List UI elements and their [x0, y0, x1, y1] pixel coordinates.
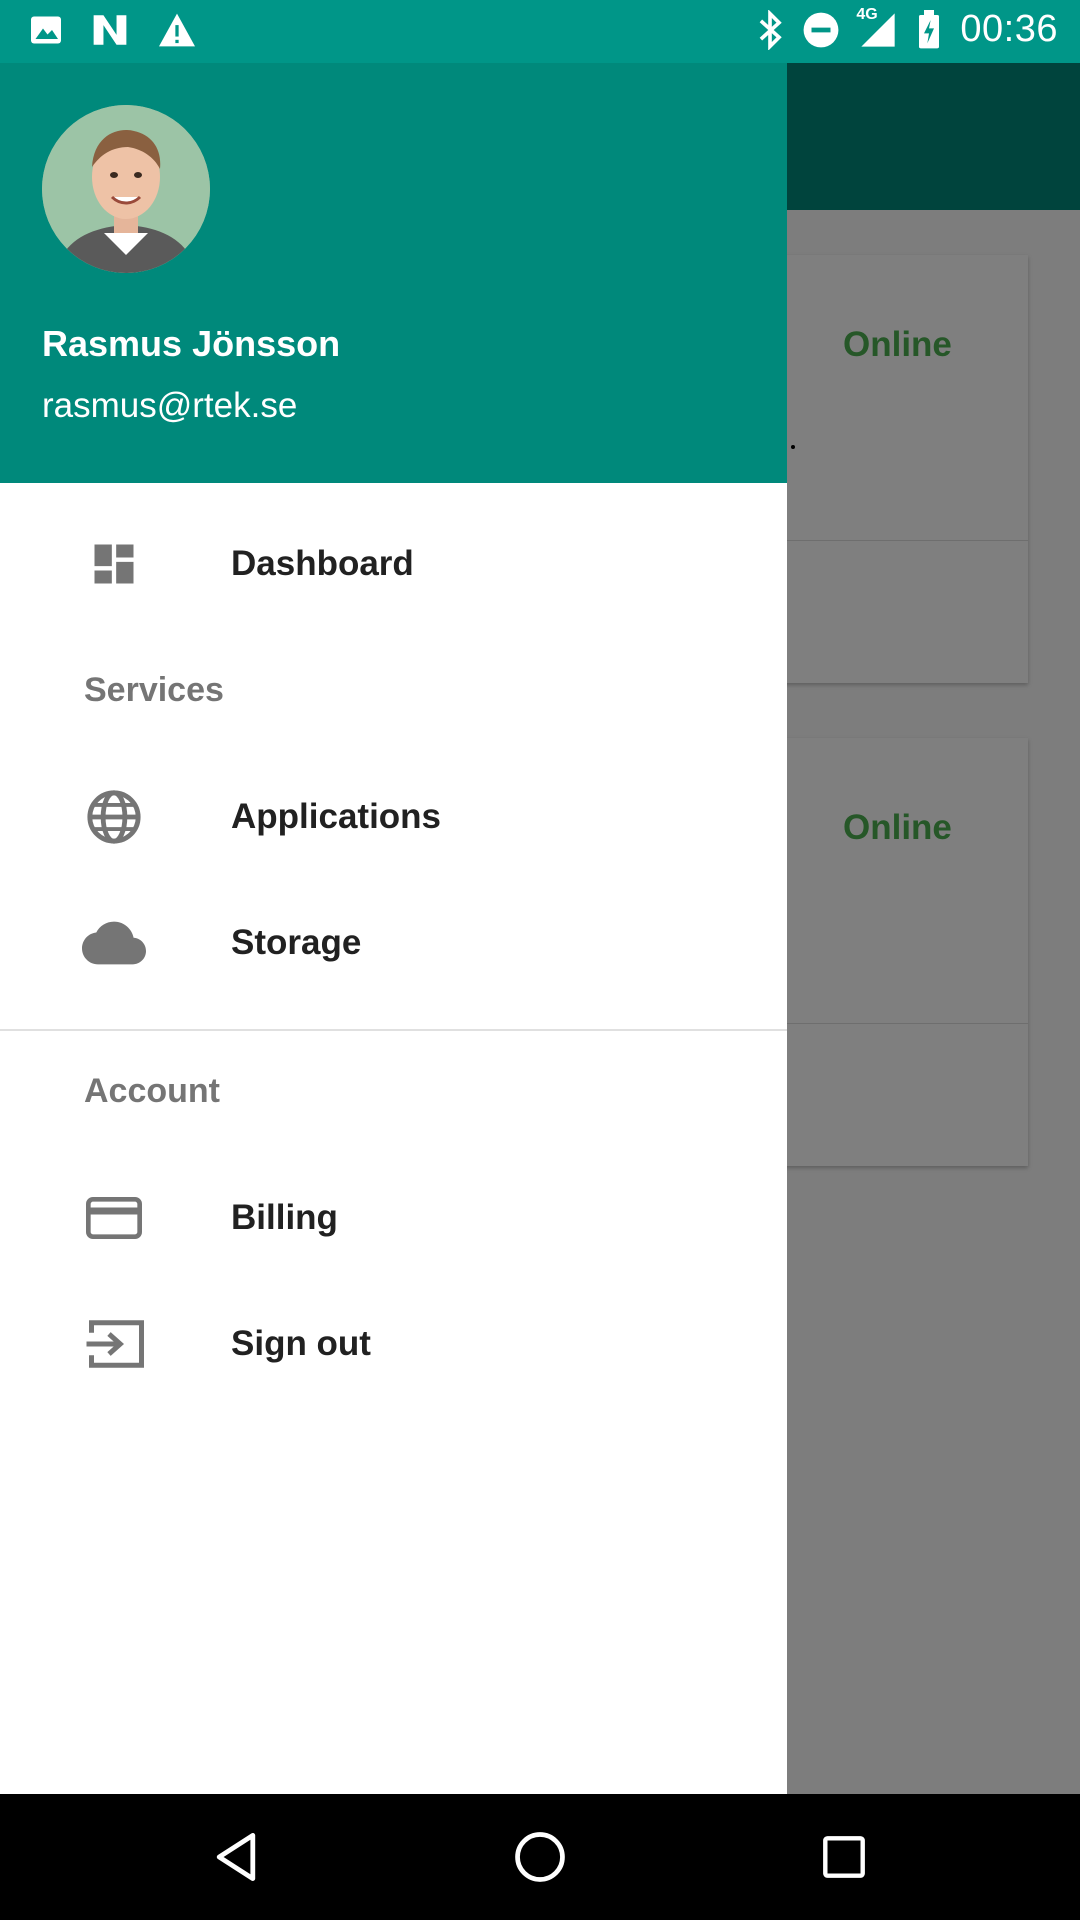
do-not-disturb-icon	[802, 11, 840, 49]
cloud-icon	[82, 911, 146, 975]
recents-icon[interactable]	[814, 1827, 874, 1887]
status-bar: 4G 00:36	[0, 0, 1080, 63]
nav-item-storage[interactable]: Storage	[0, 887, 787, 999]
drawer-header: Rasmus Jönsson rasmus@rtek.se	[0, 63, 787, 483]
n-app-icon	[90, 12, 130, 48]
nav-item-sign-out[interactable]: Sign out	[0, 1288, 787, 1400]
nav-label-dashboard: Dashboard	[231, 544, 414, 583]
nav-label-applications: Applications	[231, 797, 442, 836]
avatar[interactable]	[42, 105, 210, 273]
drawer-divider	[0, 1029, 787, 1031]
sign-out-icon	[82, 1312, 146, 1376]
section-label-account: Account	[84, 1072, 220, 1110]
warning-icon	[156, 12, 198, 48]
globe-icon	[82, 785, 146, 849]
user-email: rasmus@rtek.se	[42, 386, 298, 425]
section-label-services: Services	[84, 671, 224, 709]
dashboard-icon	[82, 532, 146, 596]
navigation-drawer: Rasmus Jönsson rasmus@rtek.se Dashboard …	[0, 63, 787, 1794]
battery-charging-icon	[916, 9, 942, 50]
nav-item-billing[interactable]: Billing	[0, 1162, 787, 1274]
screen: 4G 00:36 Online Online	[0, 0, 1080, 1920]
nav-label-billing: Billing	[231, 1198, 338, 1237]
image-icon	[28, 12, 64, 48]
user-name: Rasmus Jönsson	[42, 323, 341, 364]
home-icon[interactable]	[510, 1827, 570, 1887]
nav-label-sign-out: Sign out	[231, 1324, 371, 1363]
status-time: 00:36	[960, 8, 1058, 50]
credit-card-icon	[82, 1186, 146, 1250]
signal-icon: 4G	[856, 6, 898, 50]
system-navigation-bar	[0, 1794, 1080, 1920]
back-icon[interactable]	[206, 1827, 266, 1887]
bluetooth-icon	[756, 9, 784, 50]
nav-label-storage: Storage	[231, 923, 362, 962]
nav-item-dashboard[interactable]: Dashboard	[0, 508, 787, 620]
network-type-label: 4G	[856, 5, 878, 23]
nav-item-applications[interactable]: Applications	[0, 761, 787, 873]
